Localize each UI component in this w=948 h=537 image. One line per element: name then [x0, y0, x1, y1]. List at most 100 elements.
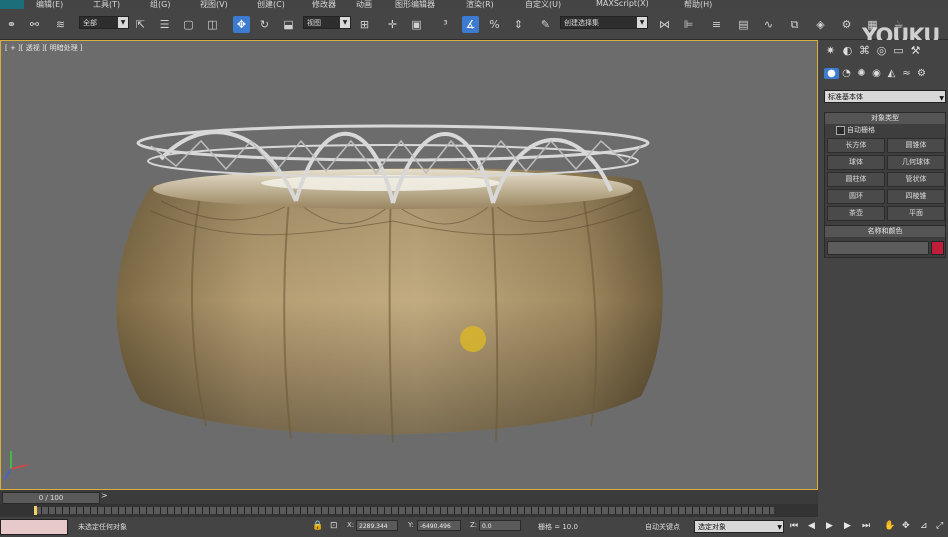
geometry-icon[interactable]: ●	[824, 68, 839, 79]
schematic-view-icon[interactable]: ⧉	[786, 16, 803, 33]
primitive-buttons: 长方体 圆锥体 球体 几何球体 圆柱体 管状体 圆环 四棱锥 茶壶 平面	[825, 136, 945, 225]
scene-render	[4, 124, 663, 480]
teapot-button[interactable]: 茶壶	[827, 206, 885, 221]
shapes-icon[interactable]: ◔	[839, 68, 854, 79]
texture-spot	[460, 326, 486, 352]
create-tab-icon[interactable]: ✷	[822, 44, 839, 60]
layer-manager-icon[interactable]: ≡	[708, 16, 725, 33]
snap-3d-icon[interactable]: ³	[437, 16, 454, 33]
percent-snap-icon[interactable]: %	[486, 16, 503, 33]
selection-filter-dropdown[interactable]: 全部 ▼	[79, 16, 129, 29]
tube-button[interactable]: 管状体	[887, 172, 945, 187]
select-manipulate-icon[interactable]: ✛	[384, 16, 401, 33]
link-icon[interactable]: ⚭	[3, 16, 20, 33]
selection-filter-dropdown[interactable]: 选定对象 ▼	[694, 520, 784, 533]
angle-snap-icon[interactable]: ∡	[462, 16, 479, 33]
cone-button[interactable]: 圆锥体	[887, 138, 945, 153]
modify-tab-icon[interactable]: ◐	[839, 44, 856, 60]
pivot-icon[interactable]: ⊞	[356, 16, 373, 33]
time-slider-bar: 0 / 100 >	[0, 490, 818, 504]
select-scale-icon[interactable]: ⬓	[280, 16, 297, 33]
render-setup-icon[interactable]: ⚙	[838, 16, 855, 33]
cameras-icon[interactable]: ◉	[869, 68, 884, 79]
select-by-name-icon[interactable]: ☰	[156, 16, 173, 33]
systems-icon[interactable]: ⚙	[914, 68, 929, 79]
hierarchy-tab-icon[interactable]: ⌘	[856, 44, 873, 60]
time-slider[interactable]: 0 / 100	[2, 492, 100, 504]
next-frame-icon[interactable]: ▶	[844, 521, 851, 531]
perspective-viewport[interactable]: [ + ][ 透视 ][ 明暗处理 ]	[0, 40, 818, 490]
orbit-icon[interactable]: ✥	[902, 521, 910, 531]
menu-bar: 编辑(E) 工具(T) 组(G) 视图(V) 创建(C) 修改器 动画 图形编辑…	[0, 0, 948, 9]
object-type-header[interactable]: 对象类型	[825, 113, 945, 124]
x-coordinate-field[interactable]: 2289.344	[356, 520, 398, 531]
autogrid-label: 自动栅格	[847, 126, 875, 134]
select-object-icon[interactable]: ⇱	[132, 16, 149, 33]
name-color-rollout: 名称和颜色	[824, 225, 946, 258]
create-category-icons: ● ◔ ✺ ◉ ◭ ≈ ⚙	[824, 68, 946, 84]
autogrid-row[interactable]: 自动栅格	[825, 124, 945, 136]
named-selection-set-dropdown[interactable]: 创建选择集 ▼	[560, 16, 648, 29]
mirror-icon[interactable]: ⋈	[656, 16, 673, 33]
next-frame-arrow-icon[interactable]: >	[101, 491, 108, 500]
curve-editor-icon[interactable]: ∿	[760, 16, 777, 33]
autogrid-checkbox[interactable]	[836, 126, 845, 135]
chevron-down-icon: ▼	[939, 95, 944, 102]
align-icon[interactable]: ⊫	[680, 16, 697, 33]
unlink-icon[interactable]: ⚯	[26, 16, 43, 33]
select-rotate-icon[interactable]: ↻	[256, 16, 273, 33]
object-category-dropdown[interactable]: 标准基本体 ▼	[824, 90, 946, 103]
chevron-down-icon: ▼	[637, 17, 647, 28]
select-move-icon[interactable]: ✥	[233, 16, 250, 33]
axis-gizmo	[4, 451, 28, 480]
y-coordinate-field[interactable]: -6490.496	[417, 520, 461, 531]
maximize-viewport-icon[interactable]: ⤢	[936, 521, 943, 531]
y-label: Y:	[408, 521, 414, 529]
utilities-tab-icon[interactable]: ⚒	[907, 44, 924, 60]
app-logo[interactable]	[0, 0, 24, 9]
reference-coordinate-dropdown[interactable]: 视图 ▼	[303, 16, 351, 29]
graphite-tools-icon[interactable]: ▤	[735, 16, 752, 33]
spinner-snap-icon[interactable]: ⇕	[510, 16, 527, 33]
maxscript-listener[interactable]	[0, 519, 68, 535]
field-of-view-icon[interactable]: ⊿	[920, 521, 928, 531]
edit-named-sel-icon[interactable]: ✎	[537, 16, 554, 33]
play-icon[interactable]: ▶	[826, 521, 833, 531]
material-editor-icon[interactable]: ◈	[812, 16, 829, 33]
object-type-rollout: 对象类型 自动栅格 长方体 圆锥体 球体 几何球体 圆柱体 管状体 圆环 四棱锥…	[824, 112, 946, 226]
display-tab-icon[interactable]: ▭	[890, 44, 907, 60]
absolute-mode-icon[interactable]: ⊡	[330, 521, 338, 531]
pyramid-button[interactable]: 四棱锥	[887, 189, 945, 204]
keyboard-shortcut-icon[interactable]: ▣	[408, 16, 425, 33]
lights-icon[interactable]: ✺	[854, 68, 869, 79]
window-crossing-icon[interactable]: ◫	[204, 16, 221, 33]
status-prompt: 未选定任何对象	[78, 523, 127, 531]
lock-selection-icon[interactable]: 🔒	[312, 521, 323, 531]
box-button[interactable]: 长方体	[827, 138, 885, 153]
z-label: Z:	[470, 521, 478, 529]
x-label: X:	[347, 521, 355, 529]
cylinder-button[interactable]: 圆柱体	[827, 172, 885, 187]
pan-view-icon[interactable]: ✋	[884, 521, 895, 531]
name-color-header[interactable]: 名称和颜色	[825, 226, 945, 237]
track-bar[interactable]	[0, 504, 818, 517]
geosphere-button[interactable]: 几何球体	[887, 155, 945, 170]
sphere-button[interactable]: 球体	[827, 155, 885, 170]
plane-button[interactable]: 平面	[887, 206, 945, 221]
object-name-field[interactable]	[827, 241, 929, 255]
grid-size: 栅格 = 10.0	[538, 523, 578, 531]
rect-selection-icon[interactable]: ▢	[180, 16, 197, 33]
auto-key-button[interactable]: 自动关键点	[645, 522, 680, 532]
prev-frame-icon[interactable]: ◀	[808, 521, 815, 531]
menu-maxscript[interactable]: MAXScript(X)	[596, 0, 649, 8]
torus-button[interactable]: 圆环	[827, 189, 885, 204]
chevron-down-icon: ▼	[340, 17, 350, 28]
goto-end-icon[interactable]: ⏭	[862, 521, 870, 531]
goto-start-icon[interactable]: ⏮	[790, 521, 798, 531]
z-coordinate-field[interactable]: 0.0	[479, 520, 521, 531]
space-warps-icon[interactable]: ≈	[899, 68, 914, 79]
object-color-swatch[interactable]	[931, 241, 944, 255]
motion-tab-icon[interactable]: ◎	[873, 44, 890, 60]
bind-space-warp-icon[interactable]: ≋	[52, 16, 69, 33]
helpers-icon[interactable]: ◭	[884, 68, 899, 79]
